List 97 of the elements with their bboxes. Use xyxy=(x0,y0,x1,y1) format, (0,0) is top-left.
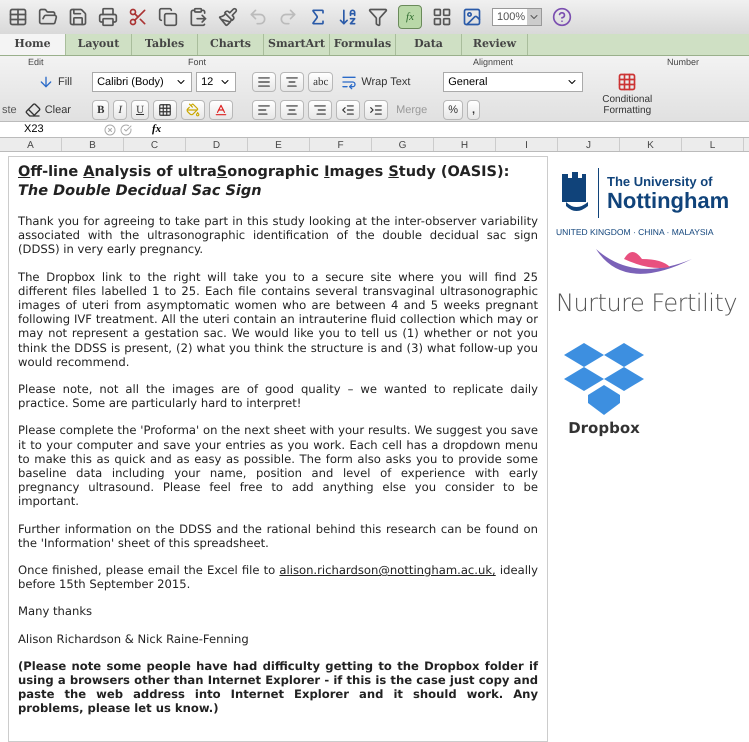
column-header[interactable]: L xyxy=(682,138,744,151)
ribbon-tab[interactable]: Tables xyxy=(132,34,198,55)
swoosh-logo-icon xyxy=(596,246,692,277)
paste-label[interactable]: ste xyxy=(2,102,17,118)
eraser-icon xyxy=(24,102,41,118)
align-top-button[interactable] xyxy=(252,72,276,92)
align-right-button[interactable] xyxy=(308,100,332,120)
underline-button[interactable]: U xyxy=(131,100,150,120)
group-label: Number xyxy=(666,56,700,68)
align-center-button[interactable] xyxy=(280,100,304,120)
image-icon[interactable] xyxy=(462,7,482,27)
paste-icon[interactable] xyxy=(188,7,208,27)
cut-icon[interactable] xyxy=(128,7,148,27)
font-color-button[interactable] xyxy=(209,100,234,120)
sort-icon[interactable] xyxy=(338,7,358,27)
conditional-formatting-button[interactable]: Conditional Formatting xyxy=(595,72,660,116)
grid-icon[interactable] xyxy=(432,7,452,27)
formula-builder-button[interactable]: fx xyxy=(398,5,422,29)
ribbon-tab[interactable]: Data xyxy=(396,34,462,55)
borders-button[interactable] xyxy=(153,100,178,120)
ribbon-tab[interactable]: Review xyxy=(462,34,528,55)
column-header[interactable]: D xyxy=(186,138,248,151)
number-format-field[interactable]: General xyxy=(443,72,584,92)
nurture-fertility-logo-text: Nurture Fertility xyxy=(556,288,738,319)
dropbox-logo-icon xyxy=(564,340,644,417)
text-color-icon xyxy=(214,103,228,117)
bold-button[interactable]: B xyxy=(92,100,110,120)
table-icon[interactable] xyxy=(8,7,28,27)
folder-icon[interactable] xyxy=(38,7,58,27)
align-center-icon xyxy=(285,103,300,117)
zoom-field[interactable]: 100% xyxy=(492,8,542,26)
ribbon-tab[interactable]: Home xyxy=(0,34,66,55)
font-size-field[interactable]: 12 xyxy=(196,72,236,92)
align-left-button[interactable] xyxy=(252,100,276,120)
group-label: Alignment xyxy=(472,56,514,68)
column-header[interactable]: A xyxy=(0,138,62,151)
column-header[interactable]: E xyxy=(248,138,310,151)
brush-icon[interactable] xyxy=(218,7,238,27)
align-center-icon xyxy=(285,75,300,89)
paragraph: Please note, not all the images are of good quality – we wanted to replicate daily practice. Some are particularly hard to interpret! xyxy=(18,382,538,410)
orientation-button[interactable]: abc xyxy=(308,72,334,92)
paragraph: The Dropbox link to the right will take you to a secure site where you will find 25 different files labelled 1 to 25. Each file contains several transvaginal ultrasonographic images of uteri from asymptomatic women who are between 4 and 5 weeks pregnant following IVF treatment. All the uteri contain an intrauterine fluid collection which may or may not represent a gestation sac. We would like you to tell us (1) whether or not you think the DDSS is present, (2) what you think the structure is and (3) what follow-up you would recommend. xyxy=(18,270,538,370)
paragraph: Once finished, please email the Excel file to alison.richardson@nottingham.ac.uk, ideally before 15th September 2015. xyxy=(18,563,538,592)
outdent-icon xyxy=(341,103,356,117)
save-icon[interactable] xyxy=(68,7,88,27)
align-middle-button[interactable] xyxy=(280,72,304,92)
document-title: Off-line Analysis of ultraSonographic Images Study (OASIS): The Double Decidual Sac Sign xyxy=(18,163,510,201)
paragraph: Please complete the 'Proforma' on the next sheet with your results. We suggest you save it to your computer and save your entries as you work. Each cell has a dropdown menu to make this as quick and as easy as possible. The form also asks you to provide some baseline data including your name, position and level of experience with early pregnancy ultrasound. Please feel free to add anything else you consider to be important. xyxy=(18,423,538,509)
paint-bucket-icon xyxy=(186,103,200,117)
grid-icon xyxy=(617,72,638,92)
column-header[interactable]: J xyxy=(558,138,620,151)
dropbox-logo-text: Dropbox xyxy=(568,418,640,439)
wrap-text-icon xyxy=(341,74,358,90)
column-header[interactable]: H xyxy=(434,138,496,151)
university-tagline: UNITED KINGDOM · CHINA · MALAYSIA xyxy=(556,226,714,239)
ribbon-tab[interactable]: SmartArt xyxy=(264,34,330,55)
printer-icon[interactable] xyxy=(98,7,118,27)
column-header[interactable]: G xyxy=(372,138,434,151)
copy-icon[interactable] xyxy=(158,7,178,27)
ribbon-tab[interactable]: Charts xyxy=(198,34,264,55)
indent-button[interactable] xyxy=(364,100,388,120)
percent-button[interactable]: % xyxy=(443,100,464,120)
clear-button[interactable]: Clear xyxy=(20,100,75,120)
name-box[interactable]: X23 xyxy=(0,121,80,138)
column-header[interactable]: I xyxy=(496,138,558,151)
group-label: Edit xyxy=(28,56,45,68)
column-header[interactable]: K xyxy=(620,138,682,151)
help-icon[interactable] xyxy=(552,7,572,27)
align-left-icon xyxy=(257,103,272,117)
ribbon-tab[interactable]: Layout xyxy=(66,34,132,55)
italic-button[interactable]: I xyxy=(113,100,128,120)
column-header[interactable]: F xyxy=(310,138,372,151)
arrow-down-icon xyxy=(38,74,54,90)
fill-color-button[interactable] xyxy=(181,100,206,120)
note-paragraph: (Please note some people have had difficulty getting to the Dropbox folder if using a browsers other than Internet Explorer - if this is the case just copy and paste the web address into Internet Explorer and it should work. Any problems, please let us know.) xyxy=(18,658,538,716)
comma-button[interactable]: , xyxy=(467,100,480,120)
column-header[interactable]: B xyxy=(62,138,124,151)
fx-label[interactable]: fx xyxy=(152,121,162,138)
outdent-button[interactable] xyxy=(336,100,360,120)
paragraph: Thank you for agreeing to take part in this study looking at the inter-observer variability associated with the ultrasonographic identification of the double decidual sac sign (DDSS) in very early pregnancy. xyxy=(18,214,538,257)
filter-icon[interactable] xyxy=(368,7,388,27)
fill-button[interactable]: Fill xyxy=(34,72,76,92)
paragraph: Many thanks xyxy=(18,604,94,619)
align-right-icon xyxy=(313,103,328,117)
indent-icon xyxy=(369,103,384,117)
wrap-text-button[interactable]: Wrap Text xyxy=(337,72,414,92)
ribbon-tab[interactable]: Formulas xyxy=(330,34,396,55)
column-header[interactable]: C xyxy=(124,138,186,151)
paragraph: Further information on the DDSS and the rational behind this research can be found on the 'Information' sheet of this spreadsheet. xyxy=(18,522,538,550)
university-name-line: The University of xyxy=(607,174,714,188)
group-label: Font xyxy=(188,56,208,68)
email-link[interactable]: alison.richardson@nottingham.ac.uk, xyxy=(279,563,496,578)
lines-icon xyxy=(257,75,272,89)
font-field[interactable]: Calibri (Body) xyxy=(92,72,192,92)
grid-icon xyxy=(158,103,172,117)
university-name-line: Nottingham xyxy=(607,188,730,212)
paragraph: Alison Richardson & Nick Raine-Fenning xyxy=(18,632,250,646)
